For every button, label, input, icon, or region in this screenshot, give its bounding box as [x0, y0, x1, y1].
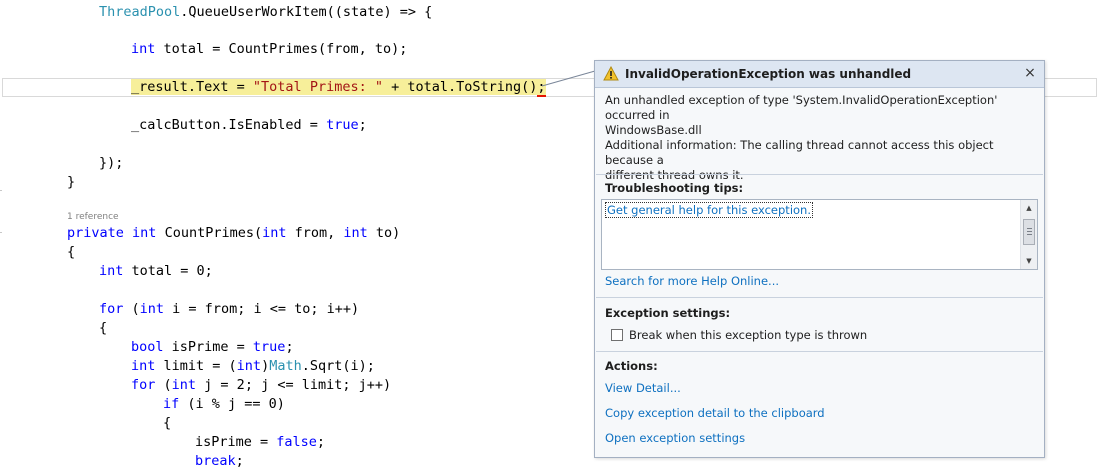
code-line: for (int j = 2; j <= limit; j++): [131, 377, 392, 393]
code-line: break;: [195, 453, 244, 469]
code-line: {: [99, 320, 108, 336]
scroll-down-icon[interactable]: ▼: [1021, 253, 1037, 269]
actions-title: Actions:: [605, 359, 658, 373]
break-when-thrown-label[interactable]: Break when this exception type is thrown: [629, 328, 867, 342]
search-help-online-link[interactable]: Search for more Help Online...: [605, 274, 779, 288]
exception-message: An unhandled exception of type 'System.I…: [605, 93, 998, 137]
code-line: ThreadPool.QueueUserWorkItem((state) => …: [99, 4, 433, 20]
scroll-thumb[interactable]: [1023, 219, 1035, 245]
code-line: int total = CountPrimes(from, to);: [131, 41, 408, 57]
code-line: }: [67, 174, 76, 190]
tips-scrollbar[interactable]: ▲ ▼: [1020, 200, 1037, 269]
code-line: private int CountPrimes(int from, int to…: [67, 225, 401, 241]
code-line: {: [67, 244, 76, 260]
gutter-mark: [0, 190, 2, 191]
code-line: });: [99, 155, 124, 171]
statement-highlight: _result.Text = "Total Primes: " + total.…: [131, 79, 546, 97]
code-line: _calcButton.IsEnabled = true;: [131, 117, 367, 133]
code-line: bool isPrime = true;: [131, 339, 294, 355]
view-detail-link[interactable]: View Detail...: [605, 381, 681, 395]
exception-settings-title: Exception settings:: [605, 306, 731, 320]
divider: [596, 297, 1043, 298]
scroll-up-icon[interactable]: ▲: [1021, 200, 1037, 216]
code-line-exception: _result.Text = "Total Primes: " + total.…: [131, 78, 546, 97]
divider: [596, 351, 1043, 352]
gutter-mark: [0, 232, 2, 233]
additional-information: Additional information: The calling thre…: [605, 138, 994, 182]
codelens-references[interactable]: 1 reference: [67, 210, 119, 224]
code-line: int total = 0;: [99, 263, 213, 279]
open-exception-settings-link[interactable]: Open exception settings: [605, 431, 745, 445]
general-help-link[interactable]: Get general help for this exception.: [605, 202, 813, 218]
exception-assistant-dialog: InvalidOperationException was unhandled …: [594, 60, 1045, 458]
divider: [596, 174, 1043, 175]
break-when-thrown-checkbox[interactable]: [611, 329, 623, 341]
dialog-title: InvalidOperationException was unhandled: [625, 67, 912, 81]
code-line: if (i % j == 0): [163, 396, 285, 412]
code-line: {: [163, 415, 172, 431]
troubleshooting-tips-title: Troubleshooting tips:: [605, 181, 744, 195]
error-squiggle: ;: [537, 79, 546, 97]
warning-icon: [603, 66, 619, 81]
dialog-header: InvalidOperationException was unhandled …: [595, 61, 1044, 88]
close-icon[interactable]: ×: [1022, 65, 1038, 81]
code-line: int limit = (int)Math.Sqrt(i);: [131, 358, 375, 374]
troubleshooting-tips-list[interactable]: Get general help for this exception. ▲ ▼: [601, 199, 1038, 270]
code-line: for (int i = from; i <= to; i++): [99, 301, 360, 317]
copy-exception-detail-link[interactable]: Copy exception detail to the clipboard: [605, 406, 825, 420]
code-line: isPrime = false;: [195, 434, 326, 450]
